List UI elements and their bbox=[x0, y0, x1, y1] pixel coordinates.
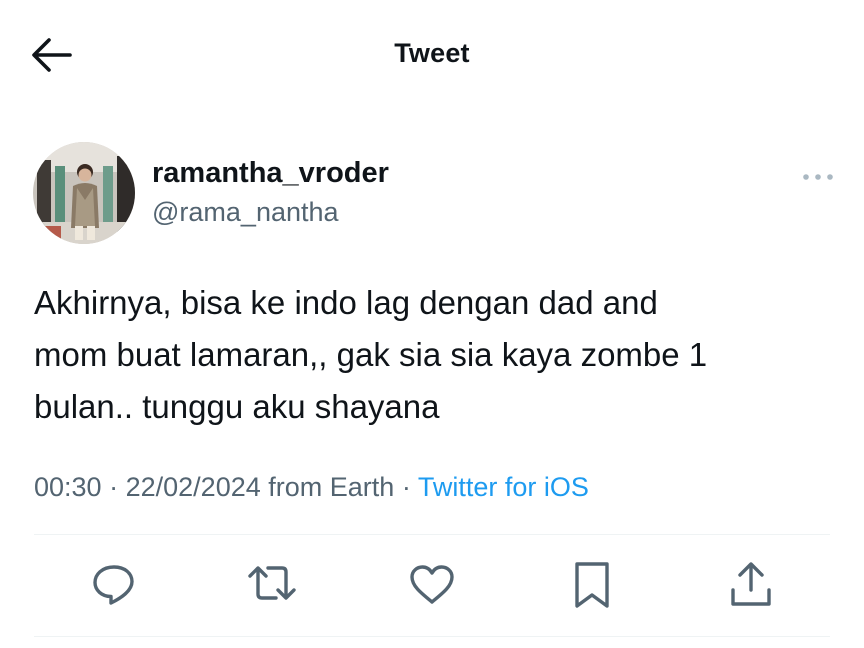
bookmark-button[interactable] bbox=[567, 560, 617, 610]
divider bbox=[34, 534, 830, 535]
more-horizontal-icon bbox=[803, 174, 833, 180]
tweet-actions-bar bbox=[0, 560, 864, 616]
like-button[interactable] bbox=[407, 560, 457, 610]
avatar[interactable] bbox=[33, 142, 135, 244]
retweet-icon bbox=[248, 566, 296, 600]
more-options-button[interactable] bbox=[802, 166, 834, 188]
reply-icon bbox=[93, 565, 134, 605]
top-bar: Tweet bbox=[0, 0, 864, 110]
tweet-metadata: 00:30 · 22/02/2024 from Earth · Twitter … bbox=[34, 472, 589, 503]
tweet-source-link[interactable]: Twitter for iOS bbox=[418, 472, 589, 502]
share-button[interactable] bbox=[726, 560, 776, 610]
tweet-date: 22/02/2024 bbox=[125, 472, 261, 502]
meta-separator: · bbox=[109, 472, 119, 502]
retweet-button[interactable] bbox=[247, 560, 297, 610]
author-handle[interactable]: @rama_nantha bbox=[152, 197, 339, 228]
meta-separator: · bbox=[401, 472, 411, 502]
tweet-text-line: bulan.. tunggu aku shayana bbox=[34, 388, 440, 425]
page-title: Tweet bbox=[394, 38, 470, 68]
author-display-name[interactable]: ramantha_vroder bbox=[152, 157, 389, 190]
divider bbox=[34, 636, 830, 637]
tweet-text-line: mom buat lamaran,, gak sia sia kaya zomb… bbox=[34, 336, 708, 373]
reply-button[interactable] bbox=[89, 560, 139, 610]
like-icon bbox=[410, 565, 454, 604]
tweet-detail-page: Tweet ramantha_vroder @rama_nantha Akhir… bbox=[0, 0, 864, 648]
tweet-location: from Earth bbox=[268, 472, 395, 502]
tweet-text: Akhirnya, bisa ke indo lag dengan dad an… bbox=[34, 277, 824, 433]
bookmark-icon bbox=[575, 562, 609, 608]
tweet-text-line: Akhirnya, bisa ke indo lag dengan dad an… bbox=[34, 284, 658, 321]
tweet-time: 00:30 bbox=[34, 472, 102, 502]
share-icon bbox=[731, 562, 771, 606]
